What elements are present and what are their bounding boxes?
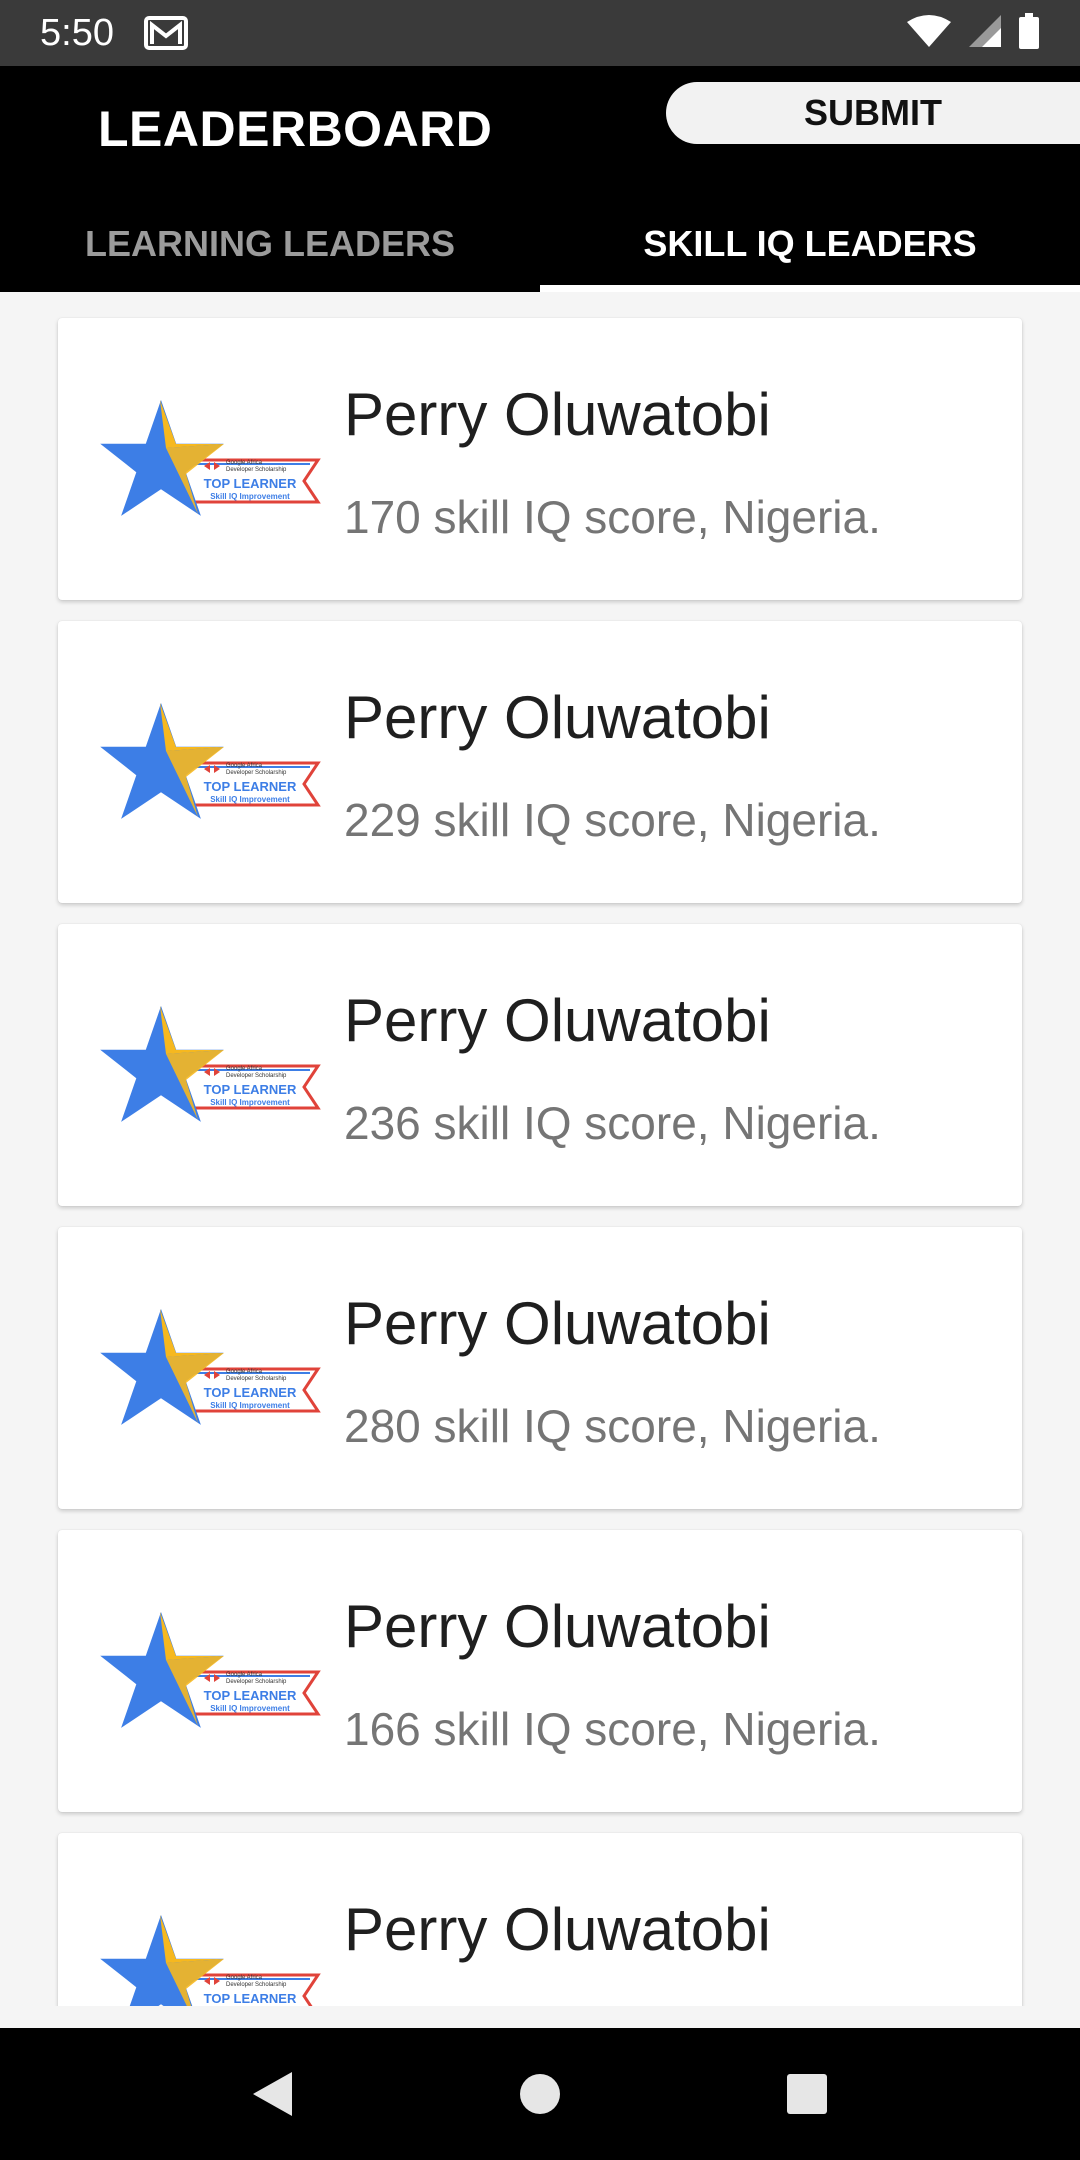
- svg-text:Developer Scholarship: Developer Scholarship: [226, 1679, 287, 1685]
- svg-text:Developer Scholarship: Developer Scholarship: [226, 1073, 287, 1079]
- battery-icon: [1018, 12, 1040, 54]
- leader-name: Perry Oluwatobi: [344, 987, 771, 1054]
- leader-name: Perry Oluwatobi: [344, 1593, 771, 1660]
- top-learner-badge-icon: Google Africa Developer Scholarship TOP …: [100, 1002, 324, 1128]
- svg-text:Developer Scholarship: Developer Scholarship: [226, 467, 287, 473]
- svg-text:Google Africa: Google Africa: [226, 1369, 263, 1375]
- svg-text:Skill IQ Improvement: Skill IQ Improvement: [210, 1098, 290, 1107]
- svg-text:Developer Scholarship: Developer Scholarship: [226, 1376, 287, 1382]
- leader-score: 236 skill IQ score, Nigeria.: [344, 1097, 881, 1149]
- svg-text:TOP LEARNER: TOP LEARNER: [204, 1385, 297, 1400]
- svg-text:Skill IQ Improvement: Skill IQ Improvement: [210, 1704, 290, 1713]
- page-title: LEADERBOARD: [98, 101, 493, 157]
- list-item[interactable]: Google Africa Developer Scholarship TOP …: [58, 1833, 1022, 2006]
- svg-text:Google Africa: Google Africa: [226, 1975, 263, 1981]
- svg-text:Developer Scholarship: Developer Scholarship: [226, 770, 287, 776]
- list-item[interactable]: Google Africa Developer Scholarship TOP …: [58, 318, 1022, 600]
- status-bar: 5:50: [0, 0, 1080, 66]
- svg-text:TOP LEARNER: TOP LEARNER: [204, 1688, 297, 1703]
- top-learner-badge-icon: Google Africa Developer Scholarship TOP …: [100, 1305, 324, 1431]
- tab-skill-iq-leaders[interactable]: SKILL IQ LEADERS: [540, 196, 1080, 292]
- top-learner-badge-icon: Google Africa Developer Scholarship TOP …: [100, 396, 324, 522]
- tab-learning-leaders[interactable]: LEARNING LEADERS: [0, 196, 540, 292]
- svg-text:Google Africa: Google Africa: [226, 763, 263, 769]
- tab-bar: LEARNING LEADERS SKILL IQ LEADERS: [0, 196, 1080, 292]
- svg-text:Developer Scholarship: Developer Scholarship: [226, 1982, 287, 1988]
- svg-text:Google Africa: Google Africa: [226, 1066, 263, 1072]
- back-icon[interactable]: [243, 2064, 303, 2124]
- home-icon[interactable]: [510, 2064, 570, 2124]
- svg-text:TOP LEARNER: TOP LEARNER: [204, 476, 297, 491]
- top-learner-badge-icon: Google Africa Developer Scholarship TOP …: [100, 1608, 324, 1734]
- svg-text:Skill IQ Improvement: Skill IQ Improvement: [210, 795, 290, 804]
- leader-score: 229 skill IQ score, Nigeria.: [344, 794, 881, 846]
- leader-name: Perry Oluwatobi: [344, 381, 771, 448]
- svg-text:Google Africa: Google Africa: [226, 460, 263, 466]
- leader-score: 280 skill IQ score, Nigeria.: [344, 1400, 881, 1452]
- svg-text:TOP LEARNER: TOP LEARNER: [204, 1082, 297, 1097]
- recents-icon[interactable]: [777, 2064, 837, 2124]
- leader-name: Perry Oluwatobi: [344, 684, 771, 751]
- navigation-bar: [0, 2028, 1080, 2160]
- leader-score: 166 skill IQ score, Nigeria.: [344, 1703, 881, 1755]
- svg-text:TOP LEARNER: TOP LEARNER: [204, 1991, 297, 2006]
- list-item[interactable]: Google Africa Developer Scholarship TOP …: [58, 621, 1022, 903]
- top-learner-badge-icon: Google Africa Developer Scholarship TOP …: [100, 1911, 324, 2006]
- list-item[interactable]: Google Africa Developer Scholarship TOP …: [58, 924, 1022, 1206]
- leader-name: Perry Oluwatobi: [344, 1290, 771, 1357]
- svg-text:Google Africa: Google Africa: [226, 1672, 263, 1678]
- leader-score: 170 skill IQ score, Nigeria.: [344, 491, 881, 543]
- svg-text:TOP LEARNER: TOP LEARNER: [204, 779, 297, 794]
- mail-icon: [143, 15, 192, 51]
- list-item[interactable]: Google Africa Developer Scholarship TOP …: [58, 1530, 1022, 1812]
- svg-text:Skill IQ Improvement: Skill IQ Improvement: [210, 492, 290, 501]
- submit-button[interactable]: SUBMIT: [666, 82, 1080, 144]
- top-learner-badge-icon: Google Africa Developer Scholarship TOP …: [100, 699, 324, 825]
- leader-name: Perry Oluwatobi: [344, 1896, 771, 1963]
- svg-text:Skill IQ Improvement: Skill IQ Improvement: [210, 1401, 290, 1410]
- app-bar: LEADERBOARD SUBMIT LEARNING LEADERS SKIL…: [0, 66, 1080, 292]
- signal-icon: [968, 14, 1002, 53]
- wifi-icon: [906, 14, 952, 53]
- status-time: 5:50: [40, 11, 114, 54]
- list-item[interactable]: Google Africa Developer Scholarship TOP …: [58, 1227, 1022, 1509]
- leader-list[interactable]: Google Africa Developer Scholarship TOP …: [0, 292, 1080, 2006]
